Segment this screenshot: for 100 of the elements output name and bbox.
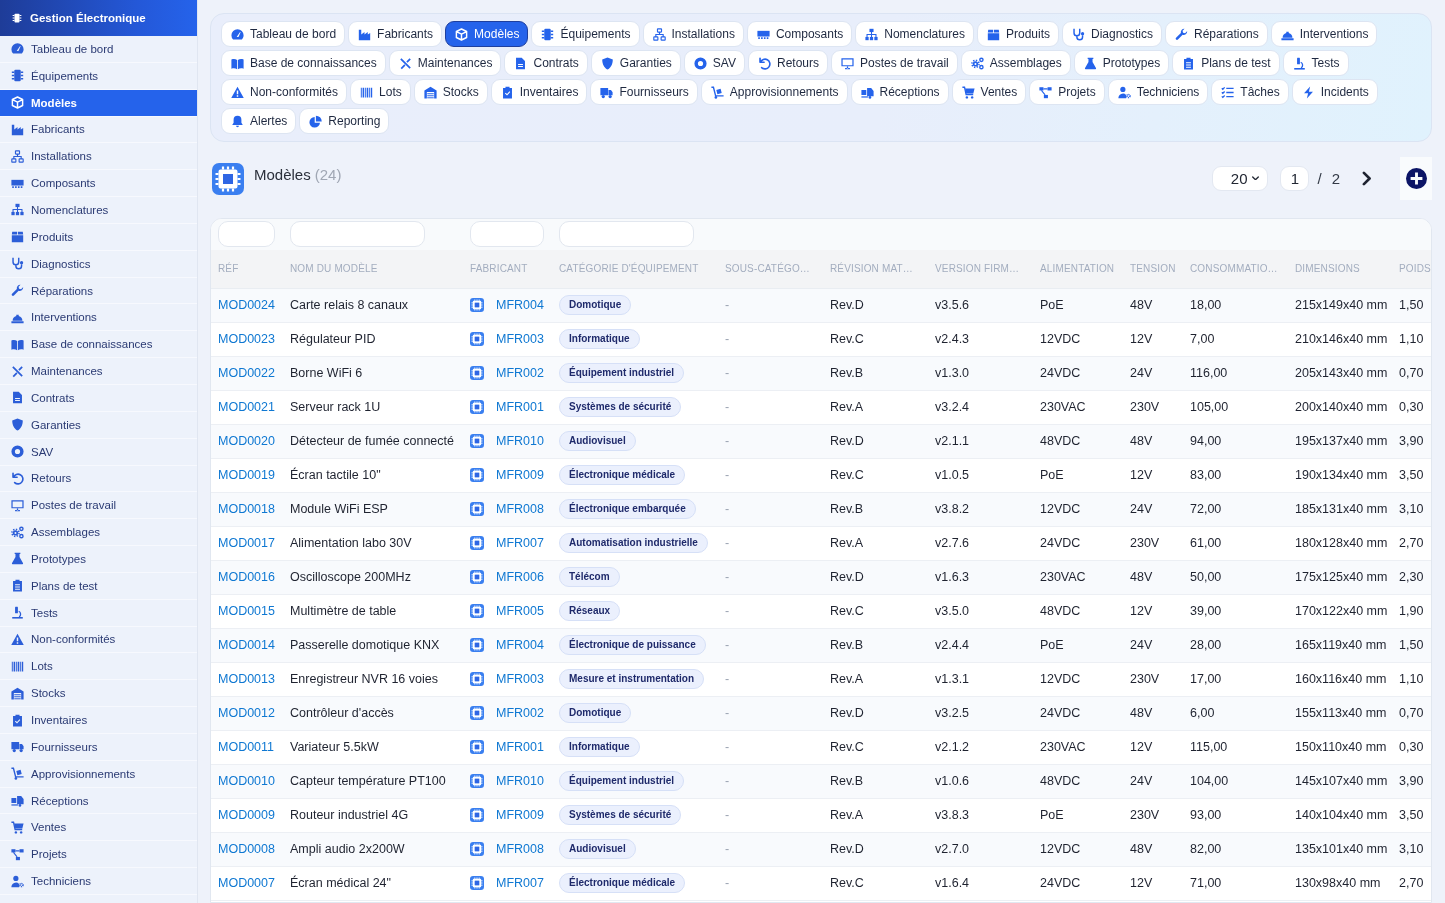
manufacturer-link[interactable]: MFR003 [496,332,544,346]
sidebar-item[interactable]: Base de connaissances [0,331,197,359]
reference-link[interactable]: MOD0021 [218,400,275,414]
reference-link[interactable]: MOD0007 [218,876,275,890]
reference-link[interactable]: MOD0022 [218,366,275,380]
sidebar-item[interactable]: Maintenances [0,358,197,385]
sidebar-item[interactable]: Diagnostics [0,250,197,278]
tab[interactable]: Base de connaissances [221,50,386,76]
sidebar-item[interactable]: Garanties [0,411,197,439]
reference-link[interactable]: MOD0012 [218,706,275,720]
sidebar-item[interactable]: SAV [0,438,197,466]
sidebar-item[interactable]: Fabricants [0,116,197,144]
sidebar-item[interactable]: Ventes [0,814,197,842]
sidebar-item[interactable]: Composants [0,170,197,198]
manufacturer-link[interactable]: MFR010 [496,434,544,448]
sidebar-item[interactable]: Lots [0,653,197,681]
sidebar-item[interactable]: Installations [0,143,197,171]
sidebar-item[interactable]: Stocks [0,680,197,708]
manufacturer-link[interactable]: MFR004 [496,298,544,312]
reference-link[interactable]: MOD0016 [218,570,275,584]
reference-link[interactable]: MOD0019 [218,468,275,482]
manufacturer-link[interactable]: MFR008 [496,842,544,856]
manufacturer-link[interactable]: MFR001 [496,740,544,754]
filter-field[interactable] [290,221,425,247]
tab[interactable]: Incidents [1291,79,1378,105]
sidebar-item[interactable]: Tableau de bord [0,36,197,63]
reference-link[interactable]: MOD0013 [218,672,275,686]
sidebar-item[interactable]: Produits [0,223,197,251]
manufacturer-link[interactable]: MFR002 [496,366,544,380]
sidebar-item[interactable]: Techniciens [0,868,197,895]
manufacturer-link[interactable]: MFR001 [496,400,544,414]
manufacturer-link[interactable]: MFR009 [496,808,544,822]
page-size-select[interactable]: 20 [1211,165,1269,191]
tab[interactable]: Équipements [531,21,640,47]
tab[interactable]: Assemblages [960,50,1071,76]
sidebar-item[interactable]: Prototypes [0,546,197,573]
manufacturer-link[interactable]: MFR005 [496,604,544,618]
tab[interactable]: Contrats [504,50,588,76]
sidebar-item[interactable]: Approvisionnements [0,760,197,788]
manufacturer-link[interactable]: MFR004 [496,638,544,652]
sidebar-item[interactable]: Postes de travail [0,492,197,520]
tab[interactable]: Tâches [1211,79,1289,105]
manufacturer-link[interactable]: MFR009 [496,468,544,482]
tab[interactable]: Nomenclatures [855,21,974,47]
tab[interactable]: Tests [1282,50,1349,76]
tab[interactable]: Lots [350,79,411,105]
manufacturer-link[interactable]: MFR008 [496,502,544,516]
tab[interactable]: Garanties [590,50,681,76]
reference-link[interactable]: MOD0008 [218,842,275,856]
tab[interactable]: Postes de travail [831,50,958,76]
reference-link[interactable]: MOD0010 [218,774,275,788]
tab[interactable]: Maintenances [388,50,502,76]
tab[interactable]: Composants [746,21,853,47]
tab[interactable]: Prototypes [1073,50,1170,76]
sidebar-item[interactable]: Interventions [0,304,197,332]
tab[interactable]: Ventes [951,79,1027,105]
sidebar-item[interactable]: Projets [0,841,197,869]
tab[interactable]: Réparations [1165,21,1268,47]
manufacturer-link[interactable]: MFR003 [496,672,544,686]
tab[interactable]: Stocks [413,79,488,105]
tab[interactable]: Alertes [221,108,297,134]
tab[interactable]: Non-conformités [221,79,348,105]
reference-link[interactable]: MOD0023 [218,332,275,346]
reference-link[interactable]: MOD0011 [218,740,275,754]
tab[interactable]: Reporting [299,108,390,134]
manufacturer-link[interactable]: MFR006 [496,570,544,584]
sidebar-item[interactable]: Modèles [0,89,197,117]
filter-field[interactable] [470,221,544,247]
tab[interactable]: Inventaires [490,79,588,105]
tab[interactable]: Projets [1029,79,1105,105]
tab[interactable]: Réceptions [850,79,949,105]
reference-link[interactable]: MOD0024 [218,298,275,312]
sidebar-item[interactable]: Nomenclatures [0,197,197,224]
tab[interactable]: Interventions [1270,21,1378,47]
tab[interactable]: Diagnostics [1062,21,1163,47]
manufacturer-link[interactable]: MFR007 [496,876,544,890]
reference-link[interactable]: MOD0017 [218,536,275,550]
tab[interactable]: Modèles [445,21,529,47]
sidebar-item[interactable]: Réparations [0,277,197,305]
tab[interactable]: Fournisseurs [590,79,698,105]
manufacturer-link[interactable]: MFR010 [496,774,544,788]
reference-link[interactable]: MOD0009 [218,808,275,822]
sidebar-item[interactable]: Réceptions [0,787,197,815]
manufacturer-link[interactable]: MFR002 [496,706,544,720]
tab[interactable]: Produits [976,21,1059,47]
filter-field[interactable] [559,221,694,247]
sidebar-item[interactable]: Assemblages [0,519,197,547]
tab[interactable]: Techniciens [1107,79,1209,105]
page-input[interactable]: 1 [1280,165,1310,191]
manufacturer-link[interactable]: MFR007 [496,536,544,550]
sidebar-item[interactable]: Retours [0,465,197,493]
sidebar-item[interactable]: Plans de test [0,572,197,600]
sidebar-item[interactable]: Fournisseurs [0,733,197,761]
filter-field[interactable] [218,221,275,247]
sidebar-item[interactable]: Non-conformités [0,626,197,654]
tab[interactable]: Approvisionnements [700,79,848,105]
reference-link[interactable]: MOD0014 [218,638,275,652]
sidebar-item[interactable]: Inventaires [0,707,197,734]
reference-link[interactable]: MOD0015 [218,604,275,618]
tab[interactable]: Tableau de bord [221,21,346,47]
